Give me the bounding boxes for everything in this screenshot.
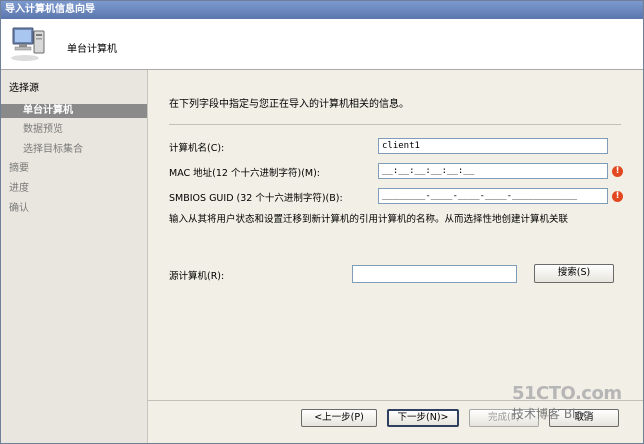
computer-icon [11, 27, 45, 61]
sidebar-item-select-source: 选择源 [9, 83, 39, 94]
error-icon: ! [612, 191, 623, 202]
computer-name-label: 计算机名(C): [169, 143, 225, 154]
window-title: 导入计算机信息向导 [1, 1, 643, 19]
back-button[interactable]: <上一步(P) [301, 409, 377, 427]
sidebar-item-confirmation: 确认 [9, 203, 29, 214]
import-computer-wizard-window: 导入计算机信息向导 单台计算机 选择源 单台计算机 数据预览 选择目标集合 摘要… [0, 0, 644, 444]
site-watermark: 51CTO.com 技术博客 Blog [512, 383, 642, 441]
sidebar-item-single-computer: 单台计算机 [1, 104, 147, 118]
source-computer-input[interactable] [352, 265, 517, 283]
source-computer-label: 源计算机(R): [169, 271, 225, 282]
wizard-steps-sidebar: 选择源 单台计算机 数据预览 选择目标集合 摘要 进度 确认 [1, 70, 148, 443]
watermark-subtitle: 技术博客 Blog [512, 407, 591, 421]
page-title: 单台计算机 [67, 44, 117, 55]
sidebar-item-data-preview: 数据预览 [23, 124, 63, 135]
next-button[interactable]: 下一步(N)> [387, 409, 459, 427]
smbios-guid-label: SMBIOS GUID (32 个十六进制字符)(B): [169, 193, 343, 204]
divider [169, 124, 621, 125]
watermark-logo-text: 51CTO.com [512, 383, 622, 404]
mac-address-input[interactable]: __:__:__:__:__:__ [378, 163, 608, 179]
sidebar-item-select-target-collection: 选择目标集合 [23, 144, 83, 155]
reference-computer-note: 输入从其将用户状态和设置迁移到新计算机的引用计算机的名称。从而选择性地创建计算机… [169, 214, 569, 225]
wizard-header: 单台计算机 [1, 19, 643, 70]
error-icon: ! [612, 166, 623, 177]
wizard-content: 在下列字段中指定与您正在导入的计算机相关的信息。 计算机名(C): client… [148, 70, 643, 400]
computer-name-input[interactable]: client1 [378, 138, 608, 154]
smbios-guid-input[interactable]: ________-____-____-____-____________ [378, 188, 608, 204]
search-button[interactable]: 搜索(S) [534, 264, 614, 283]
sidebar-item-summary: 摘要 [9, 163, 29, 174]
mac-address-label: MAC 地址(12 个十六进制字符)(M): [169, 168, 321, 179]
sidebar-item-progress: 进度 [9, 183, 29, 194]
intro-text: 在下列字段中指定与您正在导入的计算机相关的信息。 [169, 99, 409, 110]
